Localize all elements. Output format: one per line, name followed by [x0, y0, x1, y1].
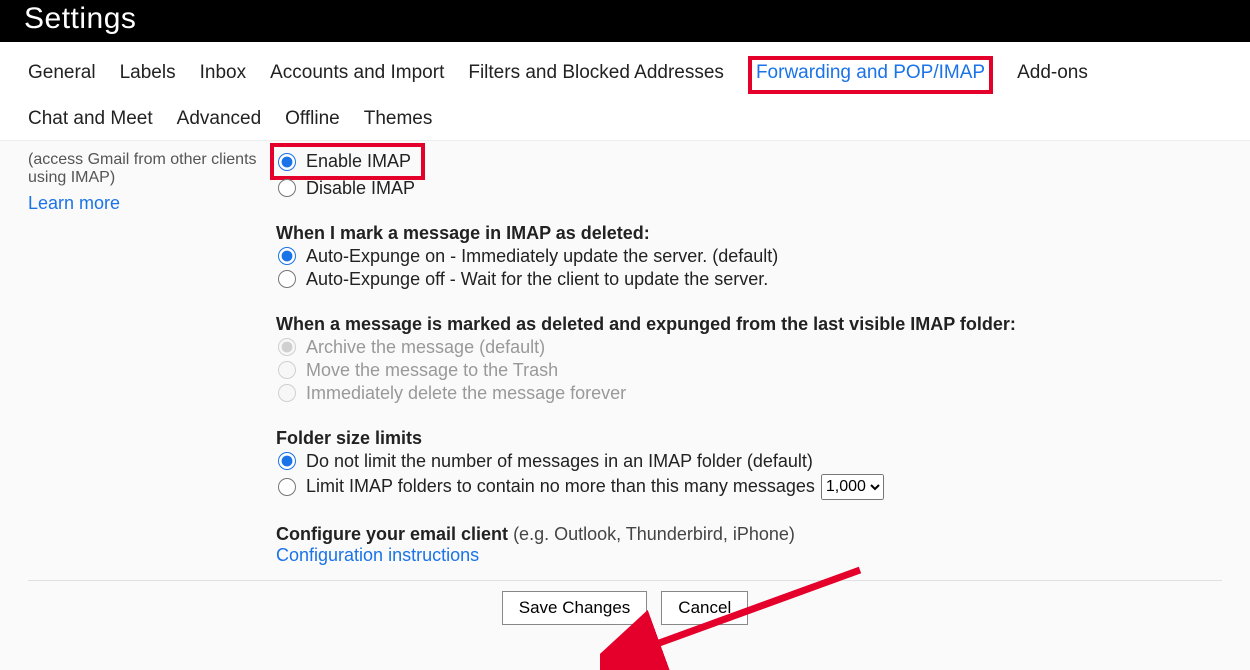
exp-archive-radio	[278, 338, 296, 356]
imap-settings-main: Enable IMAP Disable IMAP When I mark a m…	[276, 147, 1222, 566]
page-title: Settings	[24, 2, 1226, 36]
folder-size-title: Folder size limits	[276, 428, 1222, 449]
header-bar: Settings	[0, 0, 1250, 42]
hint-line-2: using IMAP)	[28, 169, 276, 187]
enable-imap-radio[interactable]	[278, 153, 296, 171]
enable-imap-highlight: Enable IMAP	[276, 149, 419, 174]
settings-tabs: General Labels Inbox Accounts and Import…	[0, 42, 1250, 141]
exp-delete-label: Immediately delete the message forever	[306, 383, 626, 404]
imap-access-hint: (access Gmail from other clients using I…	[28, 147, 276, 566]
exp-delete-row: Immediately delete the message forever	[276, 383, 1222, 404]
expunge-on-radio[interactable]	[278, 247, 296, 265]
enable-imap-row[interactable]: Enable IMAP	[276, 151, 411, 172]
tab-forwarding-pop-imap[interactable]: Forwarding and POP/IMAP	[748, 56, 993, 94]
cancel-button[interactable]: Cancel	[661, 591, 748, 625]
tab-themes[interactable]: Themes	[364, 102, 433, 140]
exp-trash-radio	[278, 361, 296, 379]
exp-delete-radio	[278, 384, 296, 402]
expunge-off-label: Auto-Expunge off - Wait for the client t…	[306, 269, 768, 290]
deleted-title: When I mark a message in IMAP as deleted…	[276, 223, 1222, 244]
enable-imap-label: Enable IMAP	[306, 151, 411, 172]
tab-labels[interactable]: Labels	[120, 56, 176, 94]
expunge-off-radio[interactable]	[278, 270, 296, 288]
folder-limited-label: Limit IMAP folders to contain no more th…	[306, 476, 815, 497]
expunge-on-label: Auto-Expunge on - Immediately update the…	[306, 246, 778, 267]
expunge-off-row[interactable]: Auto-Expunge off - Wait for the client t…	[276, 269, 1222, 290]
configure-line: Configure your email client (e.g. Outloo…	[276, 524, 1222, 545]
=Xfooter-buttons: Save Changes Cancel	[0, 581, 1250, 625]
expunged-folder-title: When a message is marked as deleted and …	[276, 314, 1222, 335]
configuration-instructions-link[interactable]: Configuration instructions	[276, 545, 479, 565]
folder-unlimited-label: Do not limit the number of messages in a…	[306, 451, 813, 472]
tab-general[interactable]: General	[28, 56, 96, 94]
tab-chat-and-meet[interactable]: Chat and Meet	[28, 102, 153, 140]
hint-line-1: (access Gmail from other clients	[28, 151, 276, 169]
folder-limit-select[interactable]: 1,000	[821, 474, 884, 500]
learn-more-link[interactable]: Learn more	[28, 193, 276, 214]
configure-text-paren: (e.g. Outlook, Thunderbird, iPhone)	[513, 524, 795, 544]
disable-imap-label: Disable IMAP	[306, 178, 415, 199]
tab-offline[interactable]: Offline	[285, 102, 340, 140]
save-changes-button[interactable]: Save Changes	[502, 591, 648, 625]
tab-advanced[interactable]: Advanced	[177, 102, 262, 140]
exp-archive-row: Archive the message (default)	[276, 337, 1222, 358]
tab-add-ons[interactable]: Add-ons	[1017, 56, 1088, 94]
folder-unlimited-radio[interactable]	[278, 452, 296, 470]
exp-trash-row: Move the message to the Trash	[276, 360, 1222, 381]
folder-limited-row[interactable]: Limit IMAP folders to contain no more th…	[276, 474, 1222, 500]
tab-inbox[interactable]: Inbox	[200, 56, 246, 94]
disable-imap-radio[interactable]	[278, 179, 296, 197]
tab-filters-and-blocked[interactable]: Filters and Blocked Addresses	[468, 56, 724, 94]
exp-archive-label: Archive the message (default)	[306, 337, 545, 358]
configure-text-bold: Configure your email client	[276, 524, 508, 544]
tab-accounts-and-import[interactable]: Accounts and Import	[270, 56, 444, 94]
expunge-on-row[interactable]: Auto-Expunge on - Immediately update the…	[276, 246, 1222, 267]
folder-unlimited-row[interactable]: Do not limit the number of messages in a…	[276, 451, 1222, 472]
disable-imap-row[interactable]: Disable IMAP	[276, 178, 1222, 199]
exp-trash-label: Move the message to the Trash	[306, 360, 558, 381]
folder-limited-radio[interactable]	[278, 478, 296, 496]
